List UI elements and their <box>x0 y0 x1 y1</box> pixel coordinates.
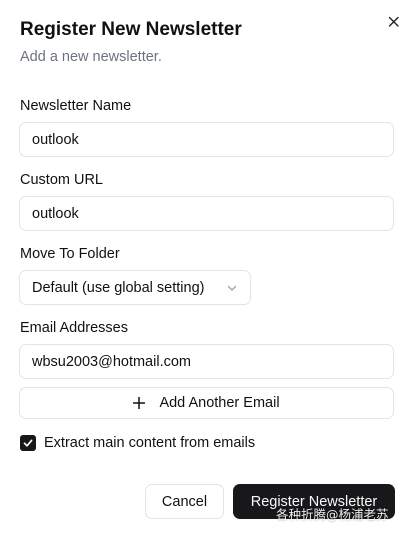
close-button[interactable] <box>384 10 404 32</box>
add-another-email-label: Add Another Email <box>159 395 280 411</box>
dialog-subtitle: Add a new newsletter. <box>20 49 162 65</box>
email-addresses-label: Email Addresses <box>20 320 128 336</box>
chevron-down-icon <box>226 282 238 294</box>
newsletter-name-input[interactable] <box>19 122 394 157</box>
check-icon <box>23 439 33 447</box>
plus-icon <box>133 397 146 409</box>
close-icon <box>388 16 399 27</box>
cancel-button[interactable]: Cancel <box>145 484 224 519</box>
register-newsletter-button[interactable]: Register Newsletter <box>233 484 395 519</box>
move-to-folder-select[interactable]: Default (use global setting) <box>19 270 251 305</box>
dialog-title: Register New Newsletter <box>20 19 242 40</box>
add-another-email-button[interactable]: Add Another Email <box>19 387 394 419</box>
folder-selected-value: Default (use global setting) <box>32 279 205 296</box>
extract-content-checkbox[interactable] <box>20 435 36 451</box>
extract-content-label: Extract main content from emails <box>44 435 256 451</box>
move-to-folder-label: Move To Folder <box>20 246 120 262</box>
email-address-input[interactable] <box>19 344 394 379</box>
extract-content-option[interactable]: Extract main content from emails <box>20 435 255 451</box>
custom-url-label: Custom URL <box>20 172 103 188</box>
newsletter-name-label: Newsletter Name <box>20 98 132 114</box>
custom-url-input[interactable] <box>19 196 394 231</box>
register-newsletter-dialog: Register New Newsletter Add a new newsle… <box>0 0 415 540</box>
